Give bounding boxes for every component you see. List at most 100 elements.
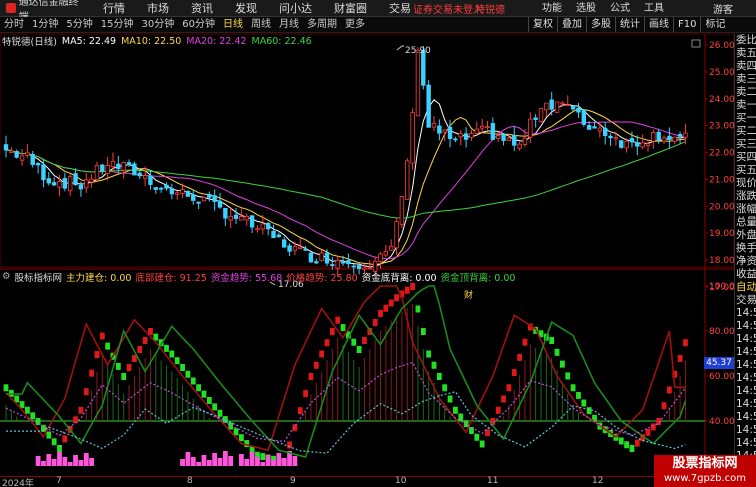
candle-body — [191, 194, 196, 201]
candle-body — [308, 252, 314, 263]
indicator-block — [474, 433, 480, 441]
indicator-block — [581, 399, 587, 407]
side-panel-row: 14:50 — [736, 333, 756, 345]
candle-body — [677, 134, 683, 137]
candle-body — [271, 231, 276, 239]
candle-body — [629, 138, 635, 143]
candle-body — [212, 195, 217, 202]
side-panel-row: 委比 — [736, 34, 756, 46]
candle-body — [544, 102, 549, 111]
price-tick-label: 23.00 — [709, 122, 735, 132]
bottom-build-bar — [83, 453, 89, 466]
date-axis: 2024年 7 8 9 10 11 12 — [0, 476, 654, 487]
candle-body — [68, 176, 73, 192]
date-label-oct: 10 — [395, 476, 407, 486]
bottom-build-bar — [217, 458, 223, 466]
indicator-block — [260, 453, 266, 461]
indicator-block — [372, 319, 378, 326]
candle-body — [410, 112, 415, 164]
candle-body — [351, 265, 356, 268]
bottom-build-bar — [222, 451, 228, 466]
candle-body — [62, 178, 68, 189]
candle-body — [565, 104, 570, 107]
side-panel-row: 14:50 — [736, 424, 756, 436]
indicator-block — [404, 286, 410, 294]
price-tick-label: 24.00 — [709, 95, 735, 105]
side-panel-row: 交易 — [736, 294, 756, 306]
candle-body — [281, 239, 287, 248]
candle-body — [415, 49, 421, 117]
candle-body — [78, 184, 84, 190]
bottom-build-bar — [292, 456, 298, 466]
side-panel-row: 14:50 — [736, 398, 756, 410]
maximize-icon[interactable] — [691, 39, 701, 48]
indicator-block — [303, 390, 308, 398]
candle-body — [340, 261, 346, 264]
price-tick-label: 21.00 — [709, 175, 735, 185]
indicator-title[interactable]: 股标指标网 — [15, 270, 63, 284]
indicator-block — [25, 406, 30, 414]
indicator-bottom-divergence: 资金底背离: 0.00 — [361, 272, 437, 284]
candle-body — [458, 133, 463, 138]
candle-body — [276, 234, 282, 238]
site-watermark: 股票指标网 www.7gpzb.com — [654, 455, 756, 487]
candle-body — [164, 184, 169, 189]
side-panel-row: 14:50 — [736, 307, 756, 319]
chart-title: 特锐德(日线) — [2, 37, 57, 48]
bottom-build-bar — [196, 462, 201, 466]
bottom-build-bar — [281, 458, 287, 466]
candle-body — [126, 162, 132, 166]
candle-body — [528, 118, 533, 138]
side-panel-row: 总量 — [736, 216, 756, 228]
candle-body — [661, 137, 667, 142]
candle-body — [490, 123, 496, 140]
candle-body — [405, 160, 410, 200]
bottom-build-bar — [201, 455, 207, 466]
indicator-block — [442, 384, 448, 392]
candle-body — [501, 133, 506, 141]
kline-chart-area[interactable]: 26.00 25.00 24.00 23.00 22.00 21.00 20.00 19.00… — [0, 0, 756, 487]
candle-body — [100, 164, 105, 172]
candle-body — [314, 261, 319, 264]
indicator-block — [57, 445, 62, 452]
candle-body — [388, 245, 394, 251]
candle-body — [586, 125, 592, 130]
indicator-block — [629, 445, 635, 452]
date-label-sep: 9 — [290, 476, 296, 486]
candle-body — [303, 248, 308, 251]
candle-body — [110, 160, 116, 167]
side-panel-row: 买一 — [736, 112, 756, 124]
high-price-label: 25.90 — [405, 46, 431, 56]
indicator-block — [89, 369, 94, 377]
bottom-build-bar — [239, 454, 244, 466]
candle-body — [479, 125, 485, 129]
indicator-gear-icon[interactable]: ⚙ — [2, 271, 11, 282]
bottom-build-bar — [67, 462, 73, 466]
candle-body — [14, 151, 19, 158]
indicator-block — [164, 344, 169, 352]
indicator-block — [206, 397, 212, 404]
indicator-price-trend: 价格趋势: 25.80 — [286, 272, 358, 284]
candle-body — [228, 215, 233, 221]
indicator-block — [517, 353, 522, 361]
finance-event-marker[interactable]: 财 — [464, 288, 473, 301]
bottom-build-bar — [89, 458, 94, 466]
date-label-nov: 11 — [487, 476, 499, 486]
indicator-block — [683, 339, 688, 347]
indicator-block — [506, 384, 512, 392]
indicator-legend: ⚙ 股标指标网 主力建仓: 0.00 底部建仓: 91.25 资金趋势: 55.… — [0, 270, 515, 284]
indicator-tick-label: 80.00 — [709, 327, 735, 337]
indicator-block — [453, 406, 458, 414]
candle-body — [651, 132, 656, 142]
price-tick-label: 19.00 — [709, 229, 735, 239]
candle-body — [265, 222, 271, 230]
indicator-block — [62, 435, 68, 443]
side-panel-row: 外盘 — [736, 229, 756, 241]
candle-body — [613, 137, 619, 140]
candle-body — [73, 173, 78, 186]
ma5-label: MA5: 22.49 — [61, 35, 117, 47]
indicator-block — [501, 395, 506, 403]
watermark-url: www.7gpzb.com — [664, 473, 746, 484]
candle-body — [442, 129, 447, 133]
candle-body — [153, 187, 158, 190]
